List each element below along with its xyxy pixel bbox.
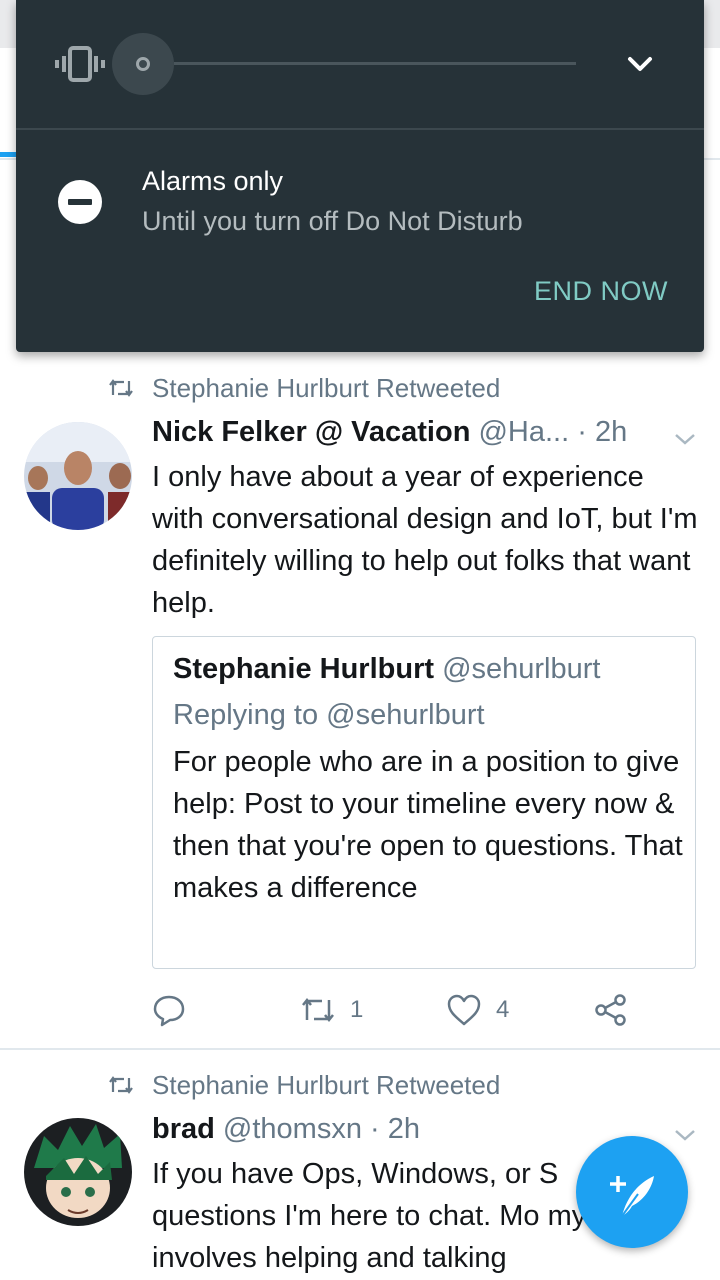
do-not-disturb-icon xyxy=(58,180,102,224)
tweet-time: · 2h xyxy=(370,1113,420,1145)
volume-slider-track[interactable] xyxy=(174,62,576,65)
volume-slider-thumb[interactable] xyxy=(136,57,150,71)
avatar[interactable] xyxy=(24,1118,132,1226)
panel-divider xyxy=(16,128,704,130)
vibrate-icon[interactable] xyxy=(54,44,106,84)
compose-tweet-button[interactable] xyxy=(576,1136,688,1248)
retweet-context: Stephanie Hurlburt Retweeted xyxy=(108,1070,500,1100)
author-name[interactable]: brad xyxy=(152,1113,215,1145)
dnd-mode-title: Alarms only xyxy=(142,166,284,196)
retweet-context-text: Stephanie Hurlburt Retweeted xyxy=(152,1069,501,1100)
compose-tweet-icon xyxy=(610,1176,654,1217)
author-handle[interactable]: @thomsxn xyxy=(223,1113,362,1145)
chevron-down-icon[interactable] xyxy=(624,48,656,80)
dnd-mode-subtitle: Until you turn off Do Not Disturb xyxy=(142,206,523,236)
volume-row xyxy=(16,0,704,128)
tweet-header: brad @thomsxn · 2h xyxy=(152,1113,420,1146)
end-now-button[interactable]: END NOW xyxy=(534,276,668,307)
volume-dnd-panel: Alarms only Until you turn off Do Not Di… xyxy=(16,0,704,352)
retweet-icon xyxy=(109,1076,133,1094)
